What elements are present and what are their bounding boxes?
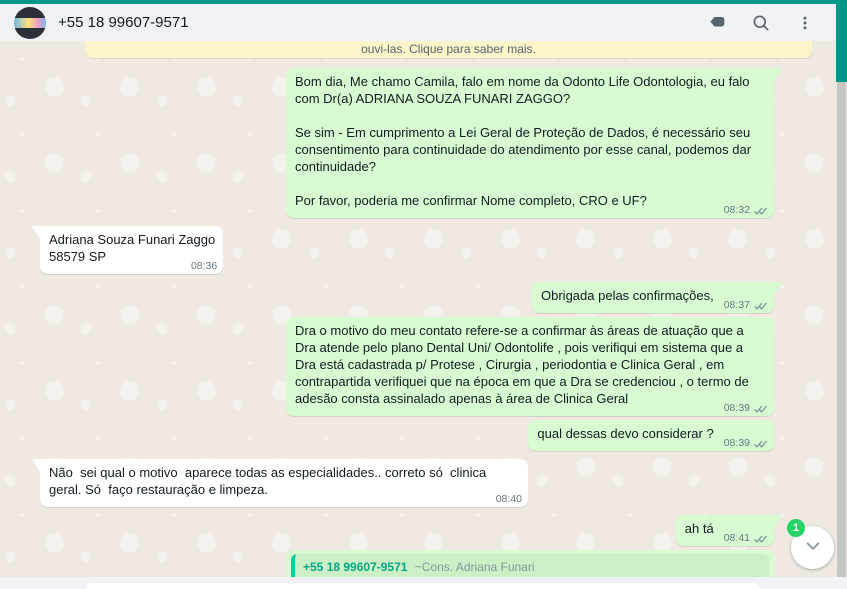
app-top-accent-strip (0, 0, 847, 4)
search-icon (751, 13, 771, 33)
quoted-sender: +55 18 99607-9571 (303, 560, 408, 574)
search-button[interactable] (744, 6, 778, 40)
label-button[interactable] (700, 6, 734, 40)
unread-count-badge: 1 (787, 519, 805, 537)
message-meta: 08:36 (191, 258, 217, 275)
message-row: Adriana Souza Funari Zaggo 58579 SP 08:3… (31, 226, 774, 275)
quoted-header: +55 18 99607-9571 ~Cons. Adriana Funari (303, 559, 759, 575)
chat-scroll-area[interactable]: ouvi-las. Clique para saber mais. Bom di… (0, 41, 836, 577)
message-meta: 08:37 (724, 297, 768, 314)
whatsapp-chat-window: +55 18 99607-9571 ouvi-las. Clique para … (0, 0, 847, 589)
scroll-to-bottom-button[interactable]: 1 (787, 519, 834, 569)
chat-header: +55 18 99607-9571 (0, 4, 836, 41)
message-row: Não sei qual o motivo aparece todas as e… (32, 459, 774, 508)
message-text: Não sei qual o motivo aparece todas as e… (49, 465, 490, 497)
double-check-icon (753, 534, 768, 544)
outgoing-message-bubble[interactable]: Obrigada pelas confirmações, 08:37 (532, 282, 782, 314)
outgoing-message-bubble[interactable]: qual dessas devo considerar ? 08:39 (528, 420, 774, 451)
menu-button[interactable] (788, 6, 822, 40)
incoming-message-bubble[interactable]: Não sei qual o motivo aparece todas as e… (32, 459, 528, 508)
label-tag-icon (708, 13, 727, 32)
message-time: 08:39 (723, 437, 750, 449)
double-check-icon (753, 206, 768, 216)
message-row: Obrigada pelas confirmações, 08:37 (40, 282, 782, 314)
message-text: Obrigada pelas confirmações, (541, 288, 714, 303)
message-time: 08:32 (723, 204, 750, 216)
message-meta: 08:32 (724, 202, 768, 219)
message-time: 08:41 (723, 532, 750, 544)
message-text: Dra o motivo do meu contato refere-se a … (295, 323, 753, 406)
kebab-menu-icon (796, 14, 814, 32)
message-row: +55 18 99607-9571 ~Cons. Adriana Funari … (40, 550, 774, 577)
chat-scrollbar[interactable] (837, 82, 846, 577)
incoming-message-bubble[interactable]: Adriana Souza Funari Zaggo 58579 SP 08:3… (31, 226, 224, 275)
message-time: 08:40 (495, 493, 522, 505)
outgoing-message-bubble[interactable]: +55 18 99607-9571 ~Cons. Adriana Funari … (286, 550, 774, 577)
quoted-sender-alias: ~Cons. Adriana Funari (414, 560, 535, 574)
app-right-accent-strip (836, 0, 847, 82)
outgoing-message-bubble[interactable]: Dra o motivo do meu contato refere-se a … (286, 317, 774, 416)
message-text: ah tá (684, 521, 714, 536)
message-meta: 08:40 (496, 491, 522, 508)
message-meta: 08:41 (724, 530, 768, 547)
contact-phone-title[interactable]: +55 18 99607-9571 (58, 14, 700, 31)
message-text: qual dessas devo considerar ? (537, 426, 714, 441)
message-row: Dra o motivo do meu contato refere-se a … (40, 317, 774, 416)
message-stream: Bom dia, Me chamo Camila, falo em nome d… (0, 58, 836, 577)
double-check-icon (753, 301, 768, 311)
outgoing-message-bubble[interactable]: ah tá 08:41 (675, 515, 783, 547)
message-meta: 08:39 (724, 435, 768, 452)
message-meta: 08:39 (724, 400, 768, 417)
message-row: ah tá 08:41 (40, 515, 783, 547)
message-time: 08:37 (723, 299, 750, 311)
message-input[interactable] (85, 583, 761, 589)
contact-avatar[interactable] (14, 6, 46, 39)
message-row: qual dessas devo considerar ? 08:39 (40, 420, 774, 451)
message-time: 08:36 (190, 260, 218, 272)
chevron-down-icon (803, 535, 823, 560)
header-actions (700, 6, 822, 40)
composer-bar (0, 577, 847, 589)
outgoing-message-bubble[interactable]: Bom dia, Me chamo Camila, falo em nome d… (286, 68, 782, 219)
message-time: 08:39 (723, 402, 750, 414)
message-text: Bom dia, Me chamo Camila, falo em nome d… (295, 74, 752, 208)
encryption-notice-banner[interactable]: ouvi-las. Clique para saber mais. (85, 41, 812, 58)
message-row: Bom dia, Me chamo Camila, falo em nome d… (40, 68, 782, 219)
double-check-icon (753, 404, 768, 414)
double-check-icon (753, 439, 768, 449)
quoted-message[interactable]: +55 18 99607-9571 ~Cons. Adriana Funari … (291, 554, 769, 577)
